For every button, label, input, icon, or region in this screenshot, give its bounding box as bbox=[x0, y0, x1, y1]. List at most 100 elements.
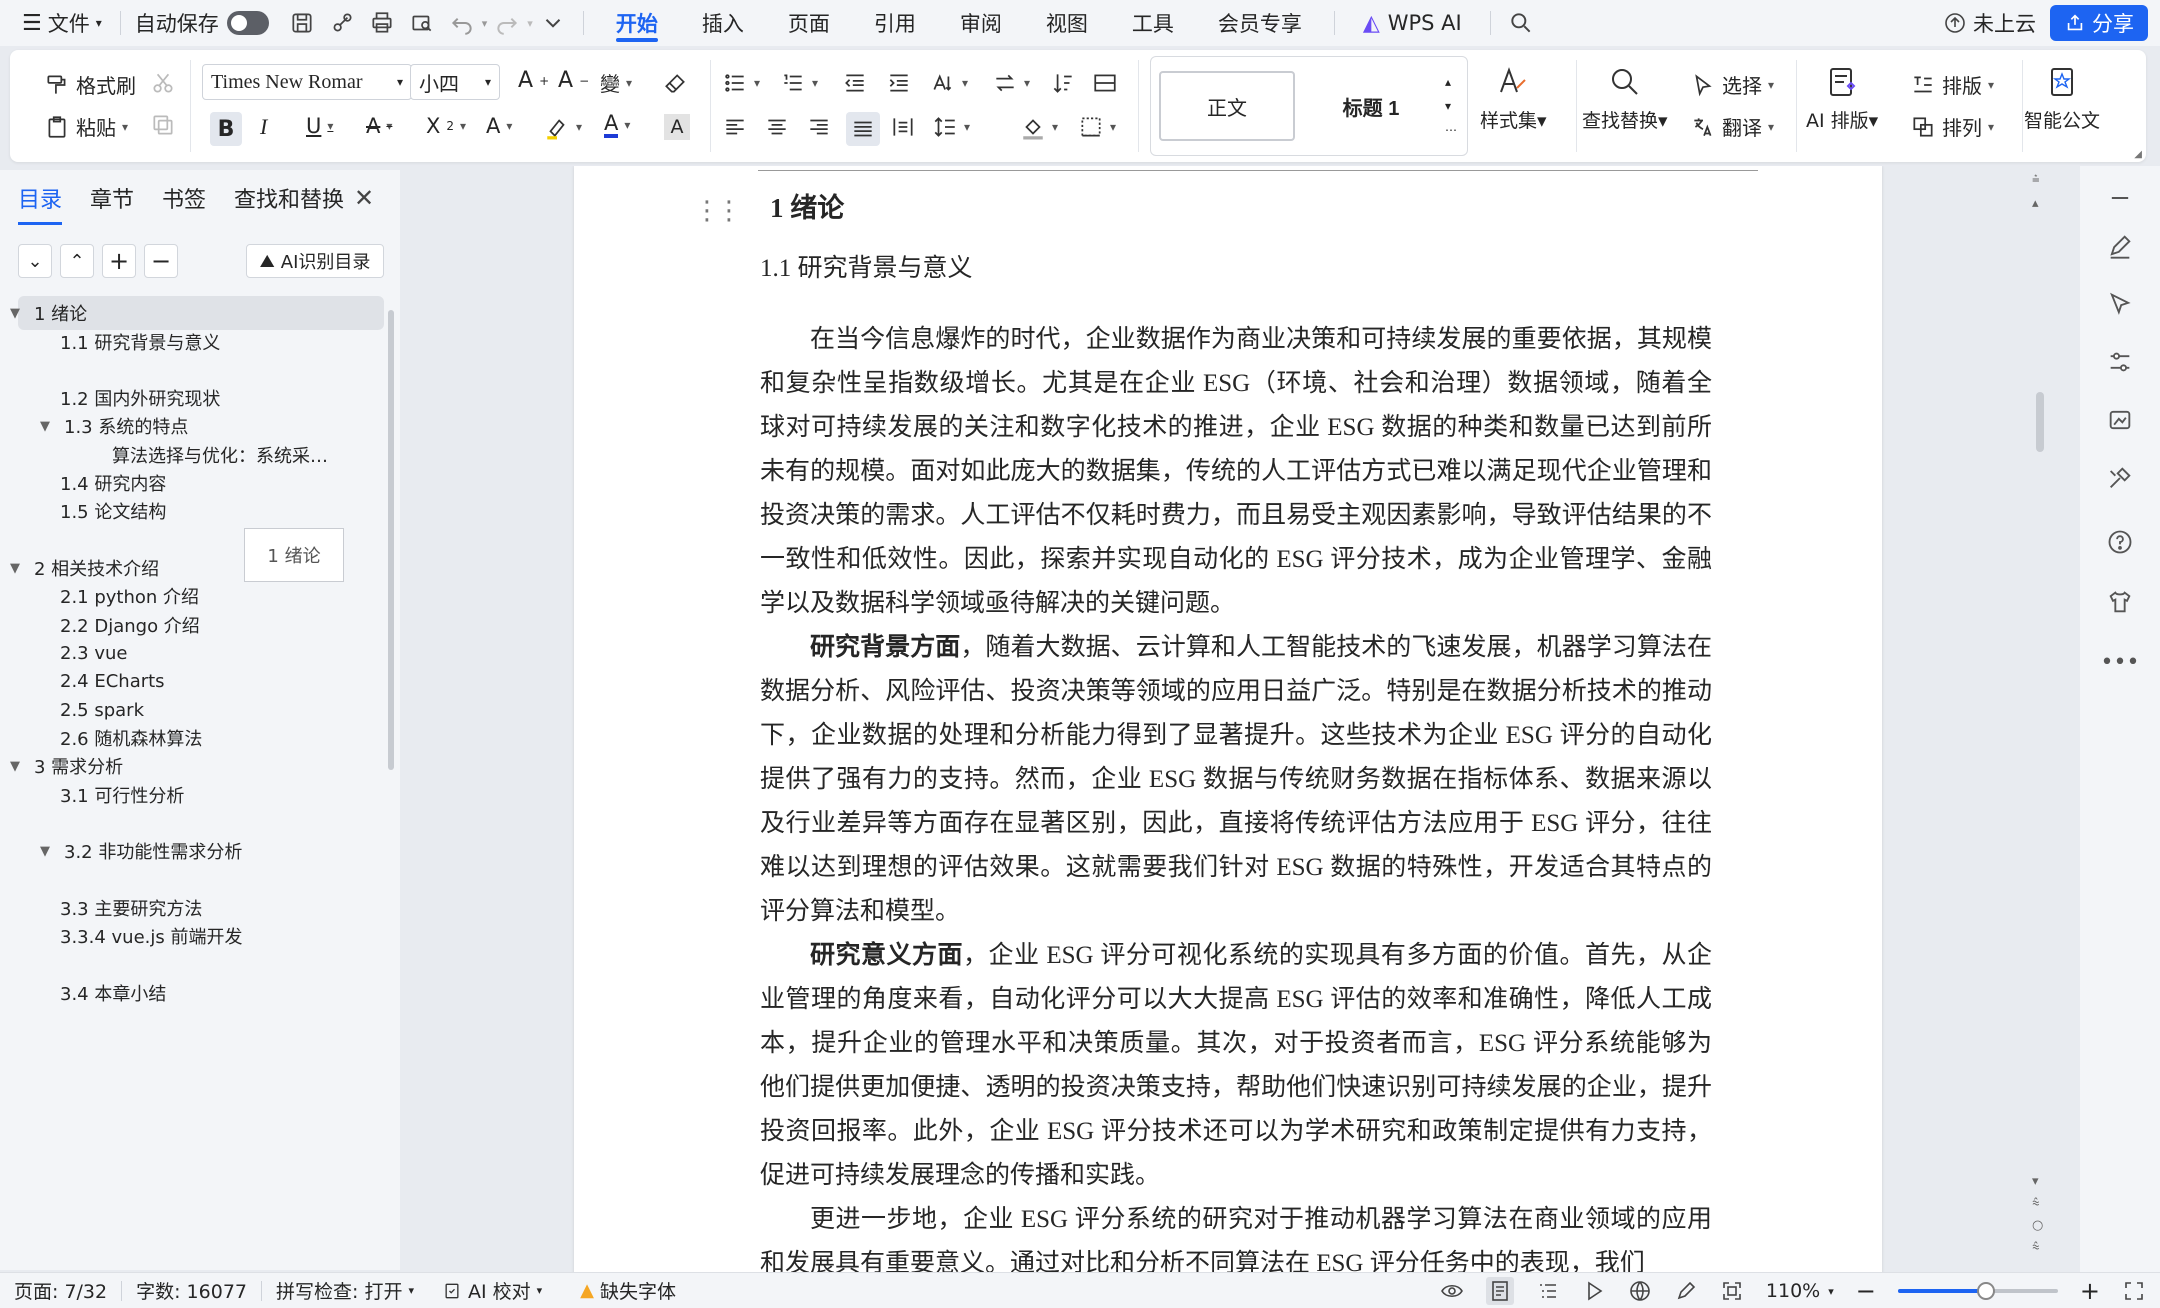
missing-font-warning[interactable]: ▲ 缺失字体 bbox=[566, 1277, 690, 1304]
show-marks-icon[interactable] bbox=[1092, 70, 1118, 96]
shirt-icon[interactable] bbox=[2102, 584, 2138, 620]
paragraph[interactable]: 研究背景方面，随着大数据、云计算和人工智能技术的飞速发展，机器学习算法在数据分析… bbox=[760, 626, 1712, 934]
wps-ai-button[interactable]: ◭ WPS AI bbox=[1345, 11, 1480, 36]
tab-member[interactable]: 会员专享 bbox=[1196, 0, 1324, 46]
eye-icon[interactable] bbox=[1440, 1279, 1464, 1303]
phonetic-guide-icon[interactable]: 變 ▾ bbox=[600, 68, 632, 97]
redo-dropdown-icon[interactable]: ▾ bbox=[527, 17, 533, 30]
toc-expand-arrow-icon[interactable]: ▼ bbox=[10, 759, 26, 774]
word-count[interactable]: 字数: 16077 bbox=[122, 1277, 261, 1304]
spellcheck-toggle[interactable]: 拼写检查: 打开 ▾ bbox=[262, 1277, 428, 1304]
cut-icon[interactable] bbox=[150, 70, 176, 96]
tab-page[interactable]: 页面 bbox=[766, 0, 852, 46]
nav-scrollbar[interactable] bbox=[388, 310, 394, 770]
nav-tab-find-replace[interactable]: 查找和替换 bbox=[234, 182, 344, 225]
ribbon-collapse-icon[interactable]: ◢ bbox=[2134, 149, 2142, 160]
collapse-up-icon[interactable]: ⌃ bbox=[60, 244, 94, 278]
fit-page-icon[interactable] bbox=[1720, 1279, 1744, 1303]
collapse-sidebar-icon[interactable] bbox=[2102, 180, 2138, 216]
align-center-icon[interactable] bbox=[764, 114, 790, 140]
align-right-icon[interactable] bbox=[806, 114, 832, 140]
copy-icon[interactable] bbox=[150, 112, 176, 138]
tab-home[interactable]: 开始 bbox=[594, 0, 680, 46]
toc-expand-arrow-icon[interactable]: ▼ bbox=[10, 306, 26, 321]
smart-doc-button[interactable]: 智能公文 bbox=[2024, 64, 2100, 133]
zoom-slider-knob[interactable] bbox=[1976, 1282, 1995, 1300]
distribute-icon[interactable] bbox=[890, 114, 916, 140]
remove-heading-icon[interactable]: − bbox=[144, 244, 178, 278]
page-view-icon[interactable] bbox=[1485, 1277, 1514, 1305]
image-tool-icon[interactable] bbox=[2102, 402, 2138, 438]
zoom-level[interactable]: 110% ▾ bbox=[1766, 1280, 1834, 1302]
collapse-down-icon[interactable]: ⌄ bbox=[18, 244, 52, 278]
toc-expand-arrow-icon[interactable]: ▼ bbox=[40, 844, 56, 859]
translate-button[interactable]: 翻译 ▾ bbox=[1690, 112, 1774, 141]
cloud-status[interactable]: 未上云 bbox=[1943, 8, 2036, 38]
zoom-slider[interactable] bbox=[1897, 1282, 2058, 1300]
zoom-in-icon[interactable]: + bbox=[2080, 1277, 2100, 1305]
toc-expand-arrow-icon[interactable]: ▼ bbox=[10, 561, 26, 576]
ai-layout-button[interactable]: AI 排版▾ bbox=[1806, 64, 1878, 133]
heading-1[interactable]: 1 绪论 bbox=[770, 186, 844, 225]
nav-tab-sections[interactable]: 章节 bbox=[90, 182, 134, 225]
numbered-list-button[interactable]: ▾ bbox=[780, 70, 818, 96]
underline-button[interactable]: U ▾ bbox=[306, 114, 333, 138]
toc-item[interactable]: 1.1 研究背景与意义 bbox=[0, 325, 220, 359]
paragraph[interactable]: 研究意义方面，企业 ESG 评分可视化系统的实现具有多方面的价值。首先，从企业管… bbox=[760, 934, 1712, 1198]
file-menu[interactable]: ☰ 文件 ▾ bbox=[14, 0, 110, 46]
toc-expand-arrow-icon[interactable]: ▼ bbox=[40, 419, 56, 434]
justify-icon[interactable] bbox=[846, 112, 880, 146]
toc-item[interactable]: ▼ 3.2 非功能性需求分析 bbox=[0, 834, 242, 868]
tools-icon[interactable] bbox=[2102, 460, 2138, 496]
toc-item[interactable]: 3.4 本章小结 bbox=[0, 976, 166, 1010]
undo-dropdown-icon[interactable]: ▾ bbox=[482, 17, 488, 30]
text-direction-button[interactable]: ▾ bbox=[930, 70, 968, 96]
italic-button[interactable]: I bbox=[260, 114, 267, 140]
drag-handle-icon[interactable]: ⋮⋮ bbox=[694, 196, 742, 226]
fullscreen-icon[interactable] bbox=[2122, 1279, 2146, 1303]
close-icon[interactable]: ✕ bbox=[354, 184, 374, 212]
print-icon[interactable] bbox=[367, 8, 397, 38]
font-color-button[interactable]: A ▾ bbox=[604, 112, 630, 138]
tab-tools[interactable]: 工具 bbox=[1110, 0, 1196, 46]
select-browse-icon[interactable]: ○ bbox=[2032, 1218, 2043, 1233]
page-indicator[interactable]: 页面: 7/32 bbox=[0, 1277, 121, 1304]
ai-proof-button[interactable]: AI 校对 ▾ bbox=[428, 1277, 556, 1304]
highlight-button[interactable]: ▾ bbox=[544, 114, 582, 140]
more-chevron-icon[interactable] bbox=[538, 8, 568, 38]
scroll-up-icon[interactable]: ▴ bbox=[2032, 196, 2039, 211]
scroll-thumb[interactable] bbox=[2036, 392, 2044, 452]
borders-button[interactable]: ▾ bbox=[1078, 114, 1116, 140]
annotate-pen-icon[interactable] bbox=[1674, 1279, 1698, 1303]
font-name-select[interactable]: Times New Romar ▾ bbox=[202, 64, 412, 100]
shading-button[interactable]: ▾ bbox=[1020, 114, 1058, 140]
zoom-out-icon[interactable]: − bbox=[1856, 1277, 1876, 1305]
scroll-top-icon[interactable]: ⩮ bbox=[2032, 172, 2040, 187]
decrease-indent-icon[interactable] bbox=[842, 70, 868, 96]
web-view-icon[interactable] bbox=[1628, 1279, 1652, 1303]
help-icon[interactable] bbox=[2102, 524, 2138, 560]
paragraph[interactable]: 在当今信息爆炸的时代，企业数据作为商业决策和可持续发展的重要依据，其规模和复杂性… bbox=[760, 318, 1712, 626]
heading-2[interactable]: 1.1 研究背景与意义 bbox=[760, 248, 973, 284]
settings-sliders-icon[interactable] bbox=[2102, 344, 2138, 380]
style-gallery-scroll[interactable]: ▴ ▾ ⋯ bbox=[1445, 75, 1457, 137]
save-icon[interactable] bbox=[287, 8, 317, 38]
bold-button[interactable]: B bbox=[210, 112, 242, 146]
search-icon[interactable] bbox=[1506, 8, 1536, 38]
char-shading-button[interactable]: A bbox=[664, 114, 690, 140]
ai-toc-button[interactable]: ⛰ AI识别目录 bbox=[246, 244, 384, 278]
font-size-select[interactable]: 小四 ▾ bbox=[410, 64, 500, 100]
select-cursor-icon[interactable] bbox=[2102, 286, 2138, 322]
document-page[interactable]: ⋮⋮ 1 绪论 1.1 研究背景与意义 在当今信息爆炸的时代，企业数据作为商业决… bbox=[574, 166, 1882, 1272]
undo-icon[interactable] bbox=[447, 8, 477, 38]
document-scrollbar[interactable]: ⩮ ▴ ▾ ⩯ ○ ⩯ bbox=[2020, 166, 2060, 1272]
more-icon[interactable]: ••• bbox=[2101, 644, 2140, 680]
line-wrap-button[interactable]: ▾ bbox=[992, 70, 1030, 96]
paste-button[interactable]: 粘贴 ▾ bbox=[44, 112, 128, 141]
text-effect-button[interactable]: A ▾ bbox=[486, 114, 512, 138]
superscript-button[interactable]: X 2 ▾ bbox=[426, 114, 466, 138]
play-icon[interactable] bbox=[1582, 1279, 1606, 1303]
select-button[interactable]: 选择 ▾ bbox=[1690, 70, 1774, 99]
find-replace-button[interactable]: 查找替换▾ bbox=[1582, 64, 1668, 133]
line-spacing-button[interactable]: ▾ bbox=[932, 114, 970, 140]
